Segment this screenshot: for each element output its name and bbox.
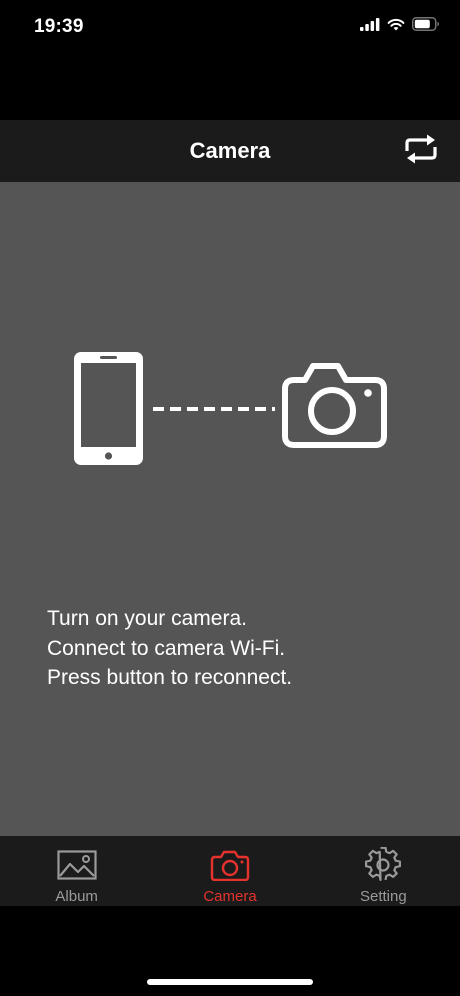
tab-album[interactable]: Album	[0, 836, 153, 906]
connection-illustration	[70, 350, 390, 468]
wifi-icon	[387, 18, 405, 31]
tab-bar: Album Camera Setting	[0, 836, 460, 906]
page-title: Camera	[189, 138, 271, 163]
gear-icon	[365, 847, 402, 883]
image-icon	[57, 847, 97, 883]
camera-connection-panel: Turn on your camera. Connect to camera W…	[0, 182, 460, 836]
instruction-line: Connect to camera Wi-Fi.	[47, 636, 286, 660]
refresh-button[interactable]	[402, 132, 440, 170]
tab-camera[interactable]: Camera	[153, 836, 306, 906]
camera-icon	[210, 847, 250, 883]
status-icons	[360, 17, 440, 31]
tab-setting[interactable]: Setting	[307, 836, 460, 906]
tab-label: Camera	[203, 888, 257, 905]
smartphone-icon	[74, 352, 143, 465]
status-bar: 19:39	[0, 0, 460, 56]
camera-icon	[282, 363, 387, 448]
instruction-line: Press button to reconnect.	[47, 666, 293, 689]
tab-label: Album	[55, 888, 98, 905]
tab-label: Setting	[359, 888, 407, 905]
refresh-icon	[404, 133, 438, 170]
battery-icon	[412, 17, 440, 31]
status-time: 19:39	[34, 16, 84, 37]
home-indicator[interactable]	[147, 979, 313, 985]
connection-instructions: Turn on your camera. Connect to camera W…	[47, 604, 427, 693]
instruction-line: Turn on your camera.	[47, 607, 247, 630]
cellular-signal-icon	[360, 17, 380, 31]
nav-bar: Camera	[0, 120, 460, 182]
